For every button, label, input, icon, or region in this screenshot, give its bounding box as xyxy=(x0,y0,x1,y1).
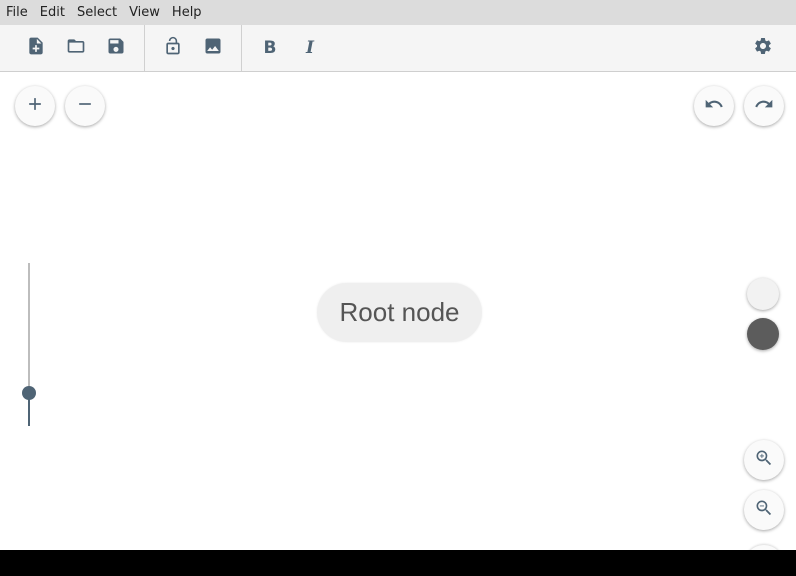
zoom-in-icon xyxy=(754,448,774,472)
menu-edit[interactable]: Edit xyxy=(34,0,71,25)
image-button[interactable] xyxy=(197,32,229,64)
dark-theme-swatch[interactable] xyxy=(747,318,779,350)
menu-view[interactable]: View xyxy=(123,0,166,25)
save-button[interactable] xyxy=(100,32,132,64)
open-file-button[interactable] xyxy=(60,32,92,64)
bold-button[interactable]: B xyxy=(254,32,286,64)
add-node-button[interactable] xyxy=(15,86,55,126)
toolbar-divider xyxy=(144,25,145,71)
lock-button[interactable] xyxy=(157,32,189,64)
italic-button[interactable]: I xyxy=(294,32,326,64)
redo-icon xyxy=(754,94,774,118)
image-icon xyxy=(203,36,223,60)
zoom-out-button[interactable] xyxy=(744,490,784,530)
zoom-out-icon xyxy=(754,498,774,522)
settings-button[interactable] xyxy=(747,32,779,64)
unlock-icon xyxy=(163,36,183,60)
open-folder-icon xyxy=(66,36,86,60)
undo-button[interactable] xyxy=(694,86,734,126)
remove-node-button[interactable] xyxy=(65,86,105,126)
toolbar-divider xyxy=(241,25,242,71)
menu-help[interactable]: Help xyxy=(166,0,208,25)
redo-button[interactable] xyxy=(744,86,784,126)
light-theme-swatch[interactable] xyxy=(747,278,779,310)
minus-icon xyxy=(75,94,95,118)
menu-file[interactable]: File xyxy=(0,0,34,25)
toolbar: B I xyxy=(0,25,796,72)
zoom-in-button[interactable] xyxy=(744,440,784,480)
app-window: File Edit Select View Help B I Root node xyxy=(0,0,796,550)
new-file-button[interactable] xyxy=(20,32,52,64)
undo-icon xyxy=(704,94,724,118)
plus-icon xyxy=(25,94,45,118)
root-node[interactable]: Root node xyxy=(317,283,482,342)
gear-icon xyxy=(753,36,773,60)
save-icon xyxy=(106,36,126,60)
bold-icon: B xyxy=(263,38,277,58)
italic-icon: I xyxy=(306,38,314,58)
new-file-icon xyxy=(26,36,46,60)
menu-bar: File Edit Select View Help xyxy=(0,0,796,25)
menu-select[interactable]: Select xyxy=(71,0,123,25)
